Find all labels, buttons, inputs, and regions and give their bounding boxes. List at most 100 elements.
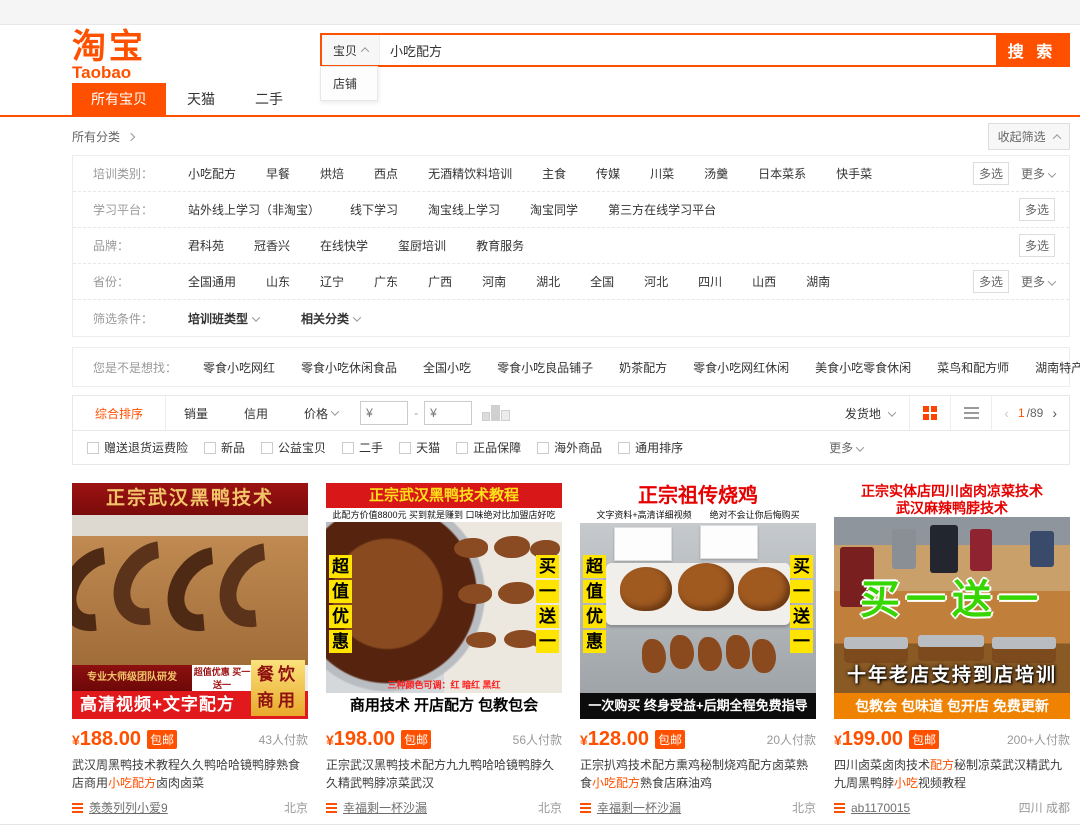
- filter-checkbox[interactable]: 二手: [342, 439, 383, 456]
- filter-option[interactable]: 河北: [644, 273, 668, 290]
- suggestion-link[interactable]: 零食小吃网红: [203, 359, 275, 376]
- filter-option[interactable]: 淘宝同学: [530, 201, 578, 218]
- filter-option[interactable]: 教育服务: [476, 237, 524, 254]
- product-title[interactable]: 武汉周黑鸭技术教程久久鸭哈哈镜鸭脖熟食店商用小吃配方卤肉卤菜: [72, 756, 308, 792]
- product-image[interactable]: 正宗武汉黑鸭技术教程此配方价值8800元 买到就是赚到 口味绝对比加盟店好吃超值…: [326, 483, 562, 719]
- more-link[interactable]: 更多: [1021, 273, 1055, 290]
- tab-all-items[interactable]: 所有宝贝: [72, 83, 166, 115]
- filter-checkbox[interactable]: 海外商品: [537, 439, 602, 456]
- multiselect-button[interactable]: 多选: [973, 162, 1009, 185]
- filter-option[interactable]: 四川: [698, 273, 722, 290]
- filter-option[interactable]: 冠香兴: [254, 237, 290, 254]
- filter-option[interactable]: 河南: [482, 273, 506, 290]
- suggestion-link[interactable]: 零食小吃网红休闲: [693, 359, 789, 376]
- suggestion-link[interactable]: 全国小吃: [423, 359, 471, 376]
- filter-option[interactable]: 快手菜: [836, 165, 872, 182]
- price-max-input[interactable]: [424, 401, 472, 425]
- food-shape: [466, 632, 496, 648]
- list-view-button[interactable]: [951, 396, 991, 430]
- filter-checkbox[interactable]: 公益宝贝: [261, 439, 326, 456]
- filter-option[interactable]: 山东: [266, 273, 290, 290]
- suggestion-link[interactable]: 湖南特产小吃零食: [1035, 359, 1080, 376]
- filter-dropdown[interactable]: 相关分类: [301, 310, 360, 327]
- search-input[interactable]: [380, 35, 996, 65]
- filter-option[interactable]: 广东: [374, 273, 398, 290]
- tab-secondhand[interactable]: 二手: [236, 83, 302, 115]
- suggestion-link[interactable]: 菜鸟和配方师: [937, 359, 1009, 376]
- product-title[interactable]: 正宗武汉黑鸭技术配方九九鸭哈哈镜鸭脖久久精武鸭脖凉菜武汉: [326, 756, 562, 792]
- filter-option[interactable]: 玺厨培训: [398, 237, 446, 254]
- filter-checkbox[interactable]: 新品: [204, 439, 245, 456]
- ship-from-filter[interactable]: 发货地: [845, 405, 895, 422]
- filter-option[interactable]: 汤羹: [704, 165, 728, 182]
- sort-composite[interactable]: 综合排序: [73, 396, 166, 430]
- title-highlight: 小吃配方: [108, 776, 156, 790]
- more-link[interactable]: 更多: [1021, 165, 1055, 182]
- filter-dropdown[interactable]: 培训班类型: [188, 310, 259, 327]
- sort-price[interactable]: 价格: [286, 396, 356, 430]
- filter-option[interactable]: 辽宁: [320, 273, 344, 290]
- price-min-input[interactable]: [360, 401, 408, 425]
- search-category-option-shop[interactable]: 店铺: [321, 67, 377, 100]
- filter-option[interactable]: 日本菜系: [758, 165, 806, 182]
- product-image[interactable]: 正宗实体店四川卤肉凉菜技术武汉麻辣鸭脖技术买一送一十年老店支持到店培训包教会 包…: [834, 483, 1070, 719]
- product-image[interactable]: 正宗祖传烧鸡文字资料+高清详细视频 绝对不会让你后悔购买超值优惠买一送一一次购买…: [580, 483, 816, 719]
- filter-option[interactable]: 湖南: [806, 273, 830, 290]
- filter-option[interactable]: 无酒精饮料培训: [428, 165, 512, 182]
- filter-option[interactable]: 全国通用: [188, 273, 236, 290]
- filter-option[interactable]: 早餐: [266, 165, 290, 182]
- product-image[interactable]: 正宗武汉黑鸭技术专业大师级团队研发超值优惠 买一送一餐饮商用高清视频+文字配方: [72, 483, 308, 719]
- product-title[interactable]: 正宗扒鸡技术配方熏鸡秘制烧鸡配方卤菜熟食小吃配方熟食店麻油鸡: [580, 756, 816, 792]
- filter-option[interactable]: 广西: [428, 273, 452, 290]
- taobao-logo[interactable]: 淘宝 Taobao: [72, 29, 146, 83]
- filter-option[interactable]: 淘宝线上学习: [428, 201, 500, 218]
- all-categories-link[interactable]: 所有分类: [72, 128, 134, 145]
- grid-view-button[interactable]: [910, 396, 950, 430]
- shop-name-link[interactable]: ab1170015: [851, 801, 910, 815]
- filter-checkbox[interactable]: 通用排序: [618, 439, 683, 456]
- filter-option[interactable]: 小吃配方: [188, 165, 236, 182]
- sort-credit[interactable]: 信用: [226, 396, 286, 430]
- filter-option[interactable]: 川菜: [650, 165, 674, 182]
- product-title[interactable]: 四川卤菜卤肉技术配方秘制凉菜武汉精武九九周黑鸭脖小吃视频教程: [834, 756, 1070, 792]
- filter-checkbox[interactable]: 正品保障: [456, 439, 521, 456]
- vertical-char: 超: [583, 555, 606, 578]
- more-link[interactable]: 更多: [829, 439, 863, 456]
- multiselect-button[interactable]: 多选: [1019, 234, 1055, 257]
- food-shape: [494, 536, 530, 558]
- filter-checkbox[interactable]: 天猫: [399, 439, 440, 456]
- filter-option[interactable]: 西点: [374, 165, 398, 182]
- filter-option[interactable]: 湖北: [536, 273, 560, 290]
- filter-option[interactable]: 传媒: [596, 165, 620, 182]
- suggestion-link[interactable]: 奶茶配方: [619, 359, 667, 376]
- price-histogram-icon[interactable]: [482, 405, 510, 421]
- filter-option[interactable]: 站外线上学习（非淘宝）: [188, 201, 320, 218]
- filter-option[interactable]: 线下学习: [350, 201, 398, 218]
- suggestion-link[interactable]: 美食小吃零食休闲: [815, 359, 911, 376]
- next-page-button[interactable]: ›: [1052, 405, 1057, 421]
- suggestion-label: 您是不是想找：: [93, 359, 177, 376]
- shop-name-link[interactable]: 幸福剩一杯沙漏: [597, 799, 681, 816]
- sort-sales[interactable]: 销量: [166, 396, 226, 430]
- filter-option[interactable]: 第三方在线学习平台: [608, 201, 716, 218]
- collapse-filters-button[interactable]: 收起筛选: [988, 123, 1070, 150]
- filter-option[interactable]: 在线快学: [320, 237, 368, 254]
- filter-option[interactable]: 烘焙: [320, 165, 344, 182]
- suggestion-link[interactable]: 零食小吃休闲食品: [301, 359, 397, 376]
- multiselect-button[interactable]: 多选: [1019, 198, 1055, 221]
- filter-option[interactable]: 山西: [752, 273, 776, 290]
- filter-option[interactable]: 主食: [542, 165, 566, 182]
- filter-checkbox[interactable]: 赠送退货运费险: [87, 439, 188, 456]
- shop-name-link[interactable]: 羡羡列列小爱9: [89, 799, 168, 816]
- vertical-char: 优: [329, 605, 352, 628]
- vertical-char: 优: [583, 605, 606, 628]
- multiselect-button[interactable]: 多选: [973, 270, 1009, 293]
- tab-tmall[interactable]: 天猫: [168, 83, 234, 115]
- search-category-select[interactable]: 宝贝: [322, 35, 380, 65]
- filter-option[interactable]: 君科苑: [188, 237, 224, 254]
- search-button[interactable]: 搜 索: [996, 35, 1068, 65]
- suggestion-link[interactable]: 零食小吃良品铺子: [497, 359, 593, 376]
- filter-option[interactable]: 全国: [590, 273, 614, 290]
- shop-name-link[interactable]: 幸福剩一杯沙漏: [343, 799, 427, 816]
- prev-page-button[interactable]: ‹: [1004, 405, 1009, 421]
